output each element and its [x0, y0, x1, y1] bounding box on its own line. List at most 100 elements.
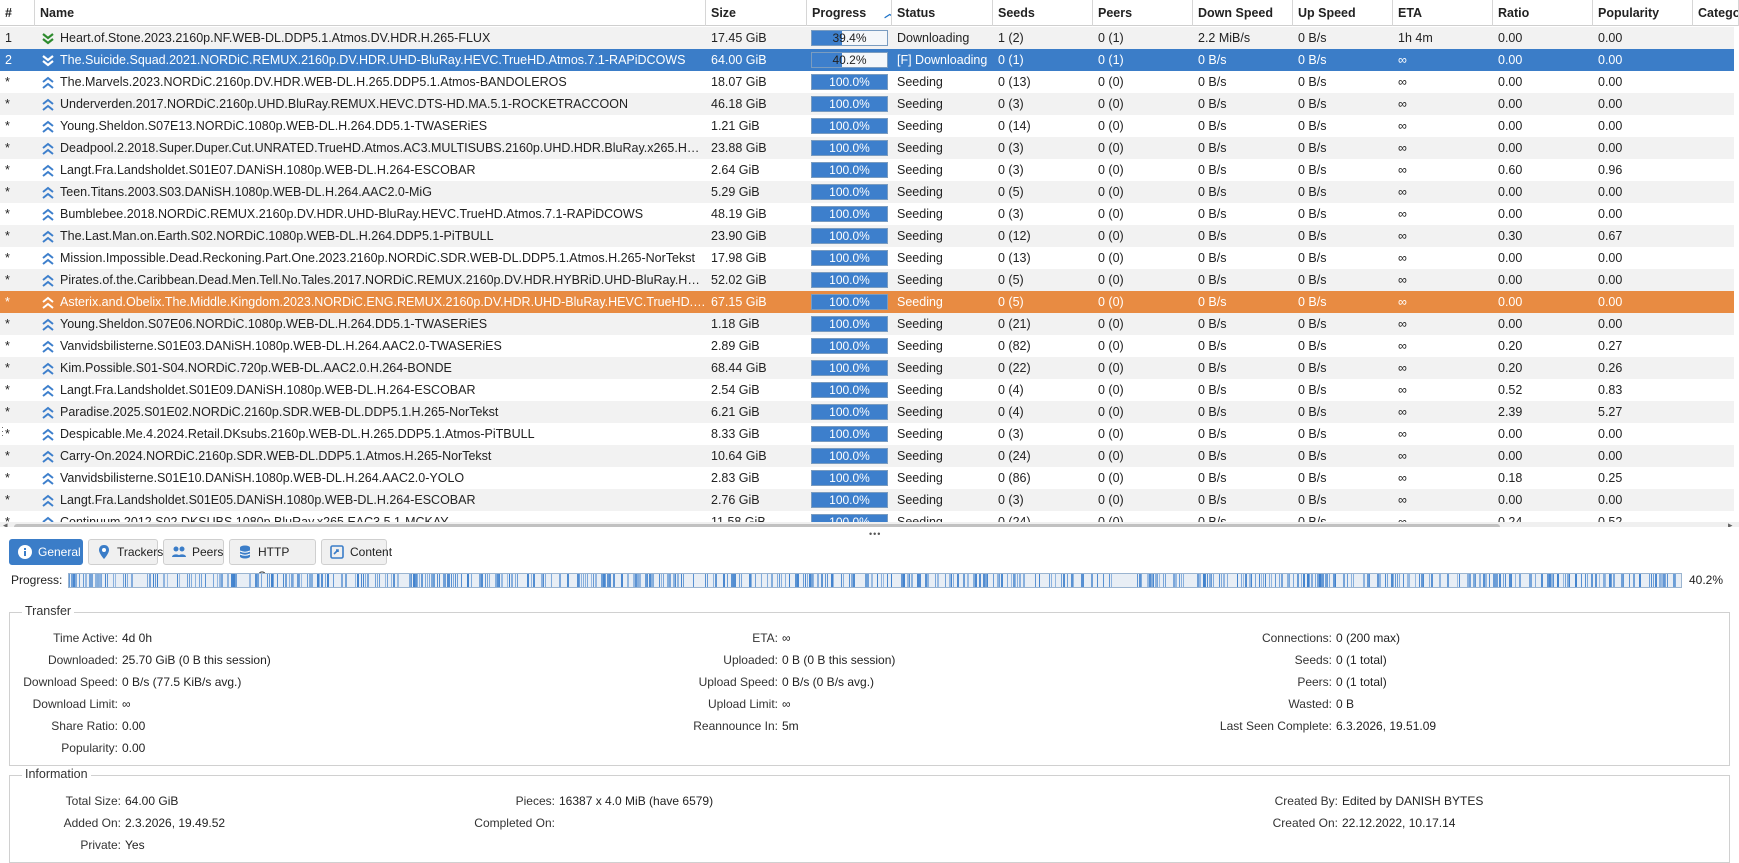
column-header-down-speed[interactable]: Down Speed — [1193, 0, 1293, 26]
table-header: #NameSizeProgress︿StatusSeedsPeersDown S… — [0, 0, 1739, 26]
table-row[interactable]: * Continuum.2012.S02.DKSUBS.1080p.BluRay.… — [0, 511, 1734, 522]
table-row[interactable]: * Vanvidsbilisterne.S01E03.DANiSH.1080p.W… — [0, 335, 1734, 357]
table-row[interactable]: * Underverden.2017.NORDiC.2160p.UHD.BluRa… — [0, 93, 1734, 115]
detail-field: Created On: 22.12.2022, 10.17.14 — [10, 815, 1710, 831]
cell-pop: 0.00 — [1598, 53, 1623, 67]
progress-percent: 40.2% — [1689, 573, 1724, 587]
cell-status: Seeding — [897, 119, 943, 133]
cell-pop: 0.00 — [1598, 31, 1623, 45]
tab-http-sources[interactable]: HTTP Sources — [229, 539, 316, 583]
horizontal-scrollbar[interactable]: ◂ ▸ — [0, 520, 1739, 527]
cell-up: 0 B/s — [1298, 251, 1327, 265]
cell-pop: 5.27 — [1598, 405, 1623, 419]
column-header-status[interactable]: Status — [892, 0, 993, 26]
cell-up: 0 B/s — [1298, 97, 1327, 111]
table-row[interactable]: * Mission.Impossible.Dead.Reckoning.Part.… — [0, 247, 1734, 269]
folder-share-icon — [329, 544, 345, 560]
table-row[interactable]: 1 Heart.of.Stone.2023.2160p.NF.WEB-DL.DDP… — [0, 27, 1734, 49]
cell-status: Seeding — [897, 427, 943, 441]
cell-size: 67.15 GiB — [711, 295, 767, 309]
detail-key: Private: — [80, 838, 121, 852]
table-row[interactable]: * The.Last.Man.on.Earth.S02.NORDiC.1080p.… — [0, 225, 1734, 247]
table-row[interactable]: * Young.Sheldon.S07E06.NORDiC.1080p.WEB-D… — [0, 313, 1734, 335]
detail-value: 0 (200 max) — [1336, 631, 1401, 645]
cell-peers: 0 (0) — [1098, 141, 1124, 155]
cell-num: * — [5, 207, 10, 221]
cell-pop: 0.00 — [1598, 119, 1623, 133]
column-header-seeds[interactable]: Seeds — [993, 0, 1093, 26]
detail-field: Popularity: 0.00 — [10, 740, 1710, 756]
scroll-right-icon[interactable]: ▸ — [1728, 520, 1733, 527]
column-header-[interactable]: # — [0, 0, 35, 26]
side-splitter-grip-icon[interactable]: · · · — [1, 423, 5, 440]
table-row[interactable]: * Young.Sheldon.S07E13.NORDiC.1080p.WEB-D… — [0, 115, 1734, 137]
table-row[interactable]: * Bumblebee.2018.NORDiC.REMUX.2160p.DV.HD… — [0, 203, 1734, 225]
table-row[interactable]: * Langt.Fra.Landsholdet.S01E07.DANiSH.108… — [0, 159, 1734, 181]
cell-down: 0 B/s — [1198, 141, 1227, 155]
cell-up: 0 B/s — [1298, 515, 1327, 522]
progress-bar: 100.0% — [811, 162, 888, 178]
column-header-size[interactable]: Size — [706, 0, 807, 26]
cell-status: Seeding — [897, 97, 943, 111]
cell-up: 0 B/s — [1298, 427, 1327, 441]
cell-seeds: 0 (3) — [998, 141, 1024, 155]
table-row[interactable]: * Despicable.Me.4.2024.Retail.DKsubs.2160… — [0, 423, 1734, 445]
cell-name: Vanvidsbilisterne.S01E03.DANiSH.1080p.WE… — [60, 339, 502, 353]
splitter-grip-icon[interactable]: ••• — [869, 530, 881, 539]
cell-size: 2.64 GiB — [711, 163, 760, 177]
scroll-left-icon[interactable]: ◂ — [3, 520, 8, 527]
progress-bar: 100.0% — [811, 514, 888, 522]
table-row[interactable]: * Asterix.and.Obelix.The.Middle.Kingdom.2… — [0, 291, 1734, 313]
column-header-eta[interactable]: ETA — [1393, 0, 1493, 26]
table-row[interactable]: * Langt.Fra.Landsholdet.S01E05.DANiSH.108… — [0, 489, 1734, 511]
cell-down: 0 B/s — [1198, 119, 1227, 133]
cell-peers: 0 (0) — [1098, 471, 1124, 485]
cell-name: Despicable.Me.4.2024.Retail.DKsubs.2160p… — [60, 427, 535, 441]
table-row[interactable]: * Langt.Fra.Landsholdet.S01E09.DANiSH.108… — [0, 379, 1734, 401]
column-header-ratio[interactable]: Ratio — [1493, 0, 1593, 26]
cell-status: Seeding — [897, 185, 943, 199]
column-header-name[interactable]: Name — [35, 0, 706, 26]
table-row[interactable]: * The.Marvels.2023.NORDiC.2160p.DV.HDR.WE… — [0, 71, 1734, 93]
cell-seeds: 0 (1) — [998, 53, 1024, 67]
tab-peers[interactable]: Peers — [163, 539, 224, 565]
column-header-up-speed[interactable]: Up Speed — [1293, 0, 1393, 26]
cell-up: 0 B/s — [1298, 383, 1327, 397]
cell-peers: 0 (0) — [1098, 317, 1124, 331]
cell-num: * — [5, 405, 10, 419]
cell-seeds: 0 (3) — [998, 493, 1024, 507]
table-row[interactable]: 2 The.Suicide.Squad.2021.NORDiC.REMUX.216… — [0, 49, 1734, 71]
cell-num: 1 — [5, 31, 12, 45]
cell-name: Young.Sheldon.S07E13.NORDiC.1080p.WEB-DL… — [60, 119, 488, 133]
progress-bar: 39.4% — [811, 30, 888, 46]
detail-key: Seeds: — [1294, 653, 1332, 667]
progress-bar: 100.0% — [811, 272, 888, 288]
column-header-catego[interactable]: Catego — [1693, 0, 1739, 26]
column-header-progress[interactable]: Progress︿ — [807, 0, 892, 26]
information-title: Information — [22, 767, 91, 781]
table-row[interactable]: * Carry-On.2024.NORDiC.2160p.SDR.WEB-DL.D… — [0, 445, 1734, 467]
progress-bar: 100.0% — [811, 382, 888, 398]
table-row[interactable]: * Deadpool.2.2018.Super.Duper.Cut.UNRATED… — [0, 137, 1734, 159]
information-group: Information Total Size: 64.00 GiB Added On… — [9, 767, 1730, 863]
table-row[interactable]: * Teen.Titans.2003.S03.DANiSH.1080p.WEB-D… — [0, 181, 1734, 203]
cell-peers: 0 (0) — [1098, 185, 1124, 199]
progress-bar: 100.0% — [811, 360, 888, 376]
tab-trackers[interactable]: Trackers — [88, 539, 163, 565]
table-row[interactable]: * Paradise.2025.S01E02.NORDiC.2160p.SDR.W… — [0, 401, 1734, 423]
cell-eta: ∞ — [1398, 405, 1407, 419]
tab-content[interactable]: Content — [321, 539, 392, 565]
scrollbar-thumb[interactable] — [14, 524, 1500, 527]
column-header-peers[interactable]: Peers — [1093, 0, 1193, 26]
column-header-popularity[interactable]: Popularity — [1593, 0, 1693, 26]
table-row[interactable]: * Vanvidsbilisterne.S01E10.DANiSH.1080p.W… — [0, 467, 1734, 489]
cell-seeds: 0 (22) — [998, 361, 1031, 375]
progress-bar: 40.2% — [811, 52, 888, 68]
progress-bar: 100.0% — [811, 206, 888, 222]
tab-general[interactable]: General — [9, 539, 83, 565]
progress-text: 100.0% — [829, 361, 870, 375]
detail-value: 0 (1 total) — [1336, 653, 1387, 667]
table-row[interactable]: * Kim.Possible.S01-S04.NORDiC.720p.WEB-DL… — [0, 357, 1734, 379]
cell-up: 0 B/s — [1298, 339, 1327, 353]
table-row[interactable]: * Pirates.of.the.Caribbean.Dead.Men.Tell.… — [0, 269, 1734, 291]
